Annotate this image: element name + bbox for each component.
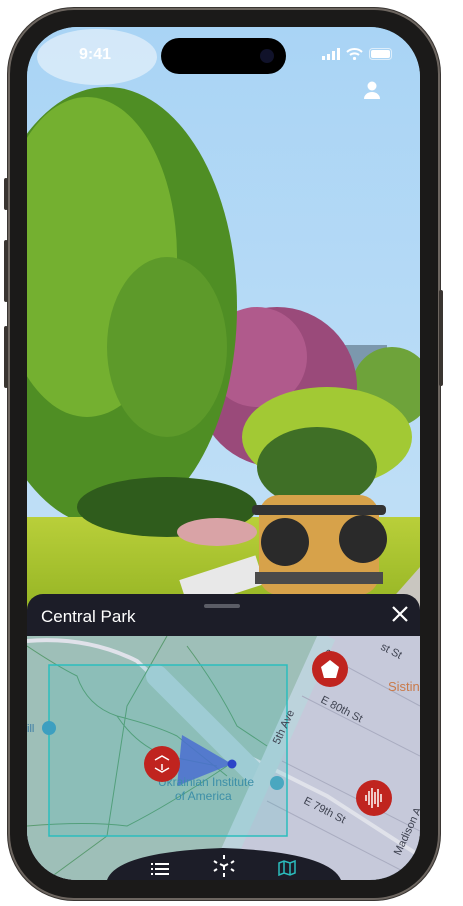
map-label-institute-2: of America: [175, 789, 232, 803]
signal-icon: [322, 48, 340, 60]
ar-cube-marker[interactable]: [144, 746, 180, 782]
map-label-sistine: Sistin: [388, 679, 420, 694]
dynamic-island: [161, 38, 286, 74]
battery-icon: [369, 48, 392, 60]
sound-marker[interactable]: [356, 780, 392, 816]
screen: 9:41 Central Park ill Ukrainian Institut…: [27, 27, 420, 880]
robot-character[interactable]: [252, 495, 387, 595]
map-label-e80: E 80th St: [319, 694, 365, 725]
status-time: 9:41: [79, 46, 112, 63]
pentagon-marker[interactable]: [312, 651, 348, 687]
map-view[interactable]: ill Ukrainian Institute of America 5th A…: [27, 636, 420, 880]
map-label-poi: ill: [27, 723, 34, 735]
power-button: [439, 290, 443, 386]
bottom-nav: [27, 844, 420, 880]
map-icon[interactable]: [278, 860, 296, 876]
action-button: [4, 178, 8, 210]
sheet-title: Central Park: [41, 607, 136, 626]
list-icon[interactable]: [151, 862, 169, 876]
camera-icon: [260, 49, 274, 63]
volume-up-button: [4, 240, 8, 302]
photo-poi-icon[interactable]: [42, 721, 56, 735]
sheet-drag-handle[interactable]: [204, 604, 240, 608]
close-icon[interactable]: [392, 606, 408, 622]
location-sheet: Central Park ill Ukrainian Institute of …: [27, 594, 420, 880]
status-bar: 9:41: [27, 27, 420, 99]
map-label-e79: E 79th St: [302, 795, 348, 826]
volume-down-button: [4, 326, 8, 388]
ar-cube-icon[interactable]: [213, 854, 235, 878]
user-location-dot: [227, 759, 237, 769]
map-label-e81: st St: [379, 641, 404, 662]
museum-poi-icon[interactable]: [270, 776, 284, 790]
profile-icon[interactable]: [364, 81, 380, 99]
wifi-icon: [346, 48, 363, 60]
